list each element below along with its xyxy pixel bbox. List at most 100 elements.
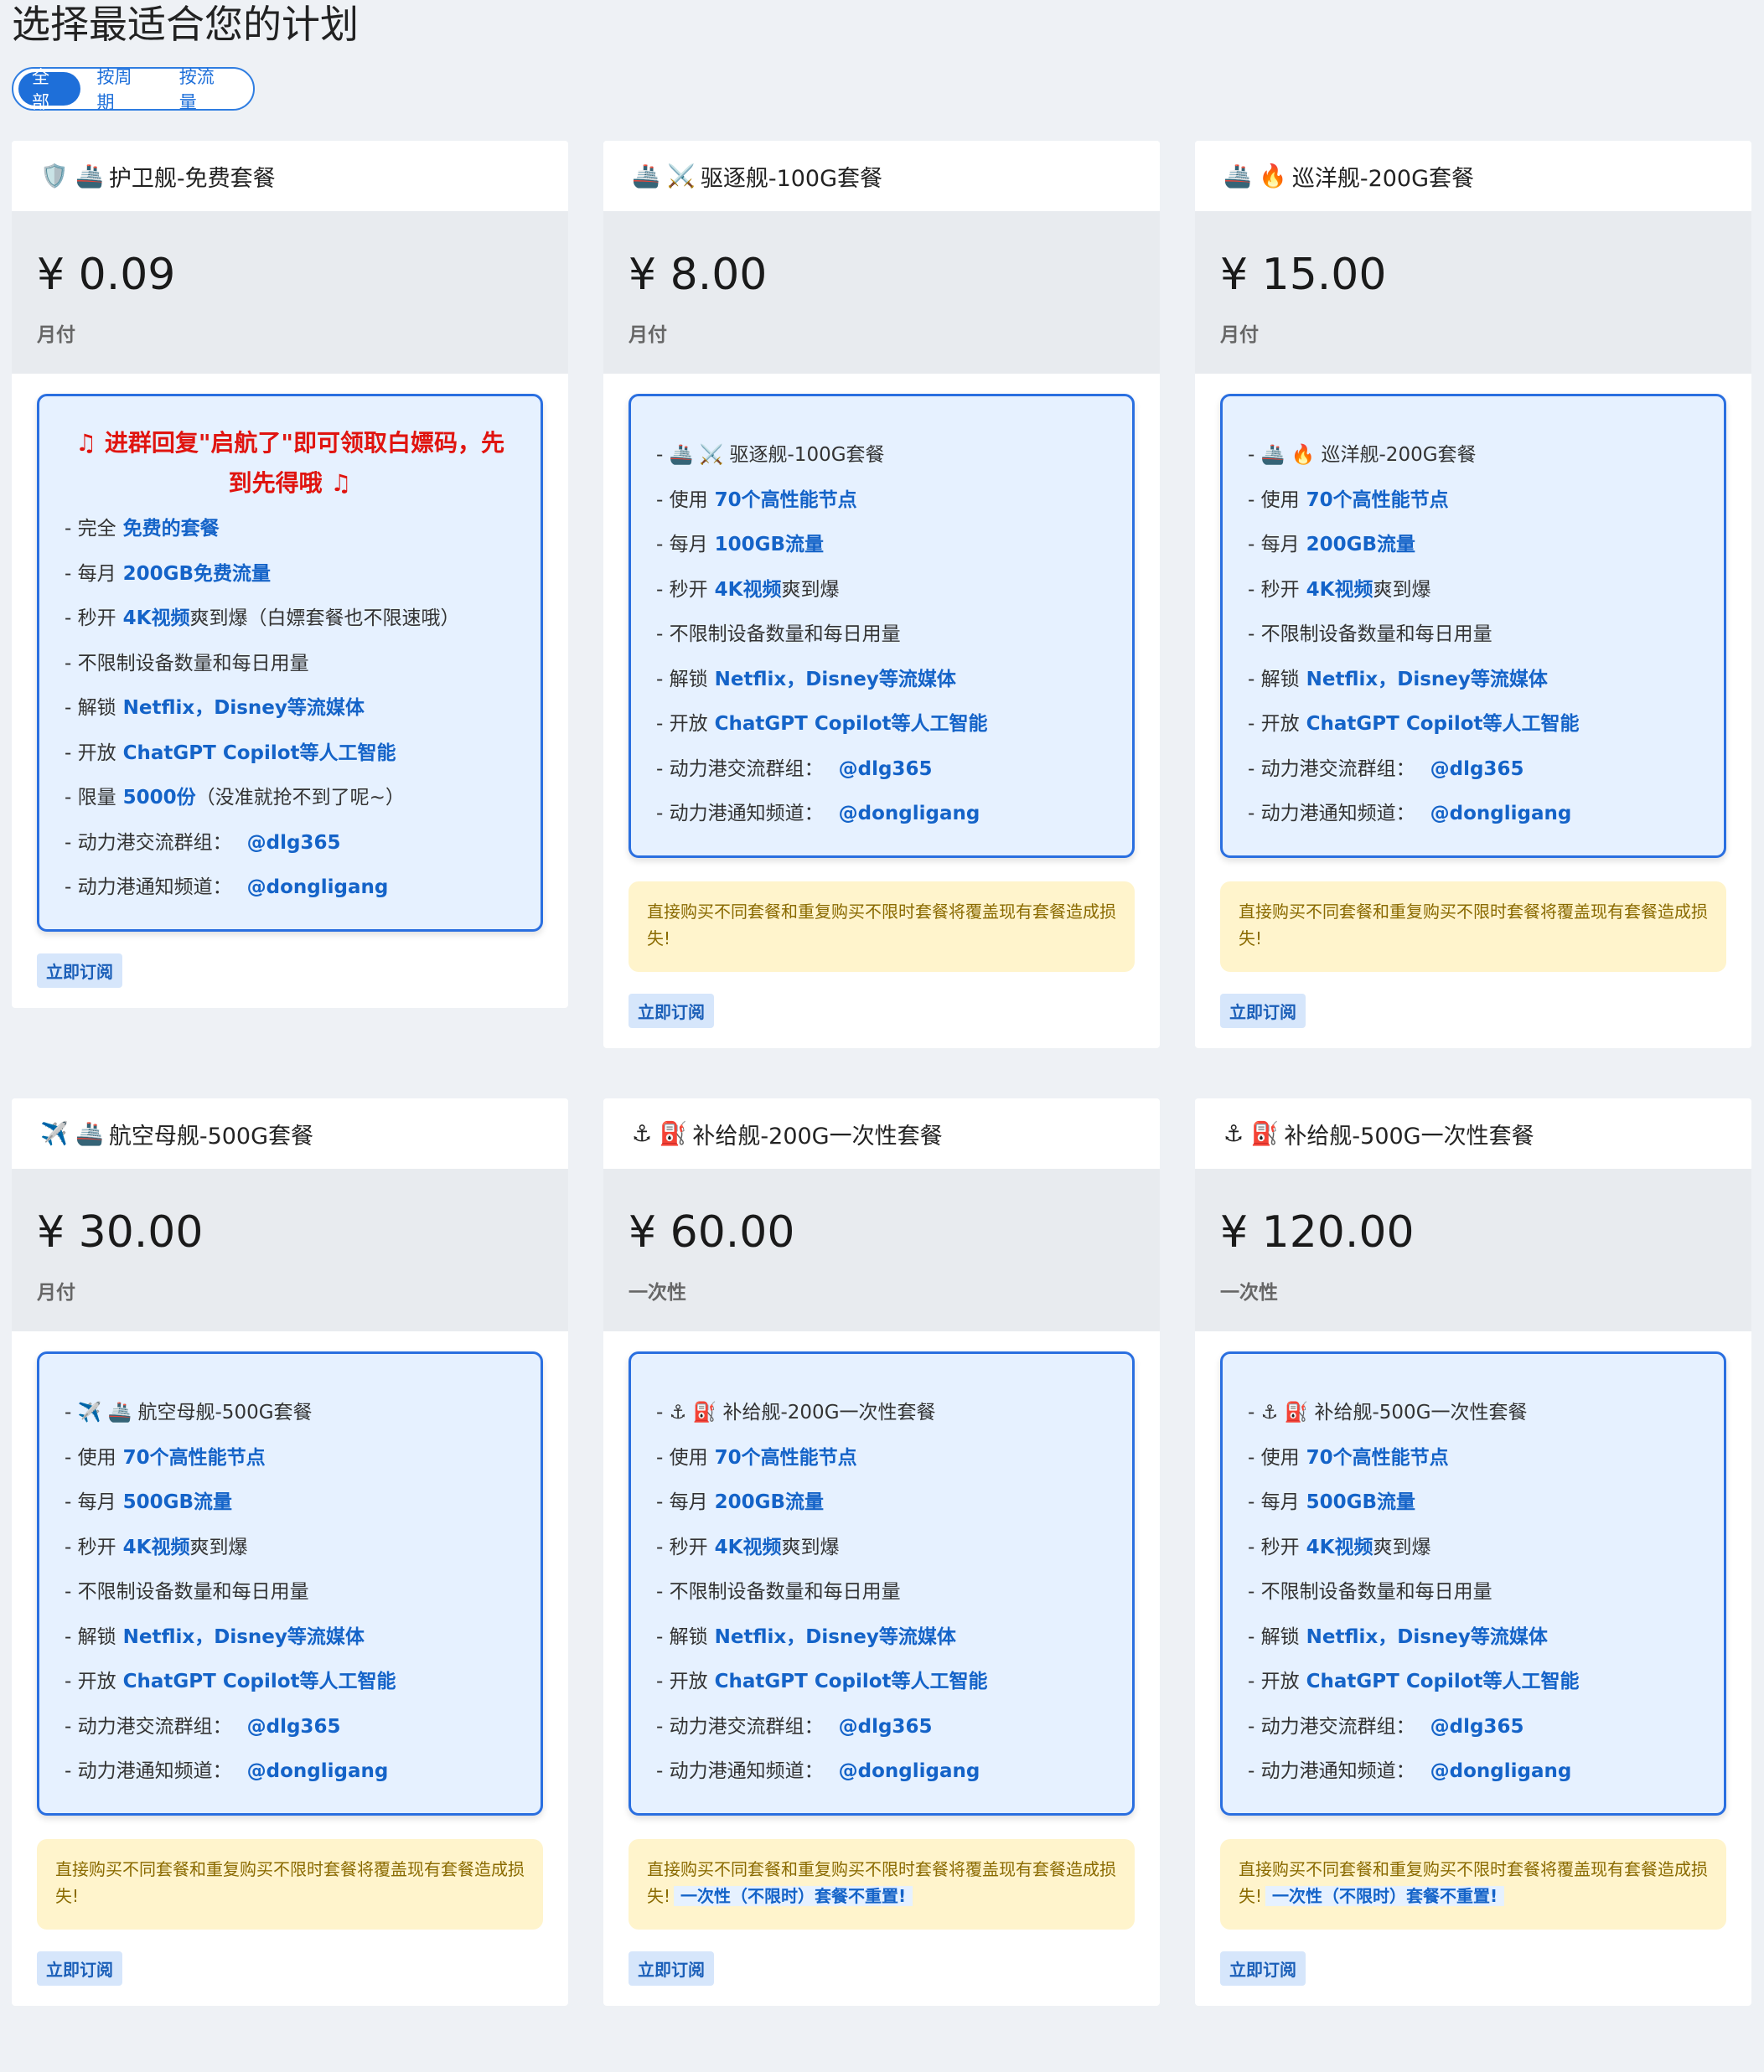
feature-text: - 秒开 (1248, 1536, 1300, 1558)
feature-highlight: @dongligang (838, 803, 980, 824)
feature-line: - 开放 ChatGPT Copilot等人工智能 (656, 1660, 1132, 1705)
feature-line: - 使用 70个高性能节点 (1248, 478, 1724, 524)
promo-text: ♫ 进群回复"启航了"即可领取白嫖码，先到先得哦 ♫ (75, 429, 505, 497)
feature-line: - 不限制设备数量和每日用量 (65, 1570, 541, 1615)
feature-highlight: @dlg365 (246, 831, 341, 854)
feature-text: - 不限制设备数量和每日用量 (1248, 1581, 1492, 1603)
plan-emoji-icon: 🚢 🔥 (1223, 163, 1287, 189)
price-section: ¥ 30.00 月付 (12, 1169, 568, 1331)
feature-text: - 动力港交流群组： (1248, 1715, 1415, 1738)
feature-highlight: 70个高性能节点 (1306, 1446, 1449, 1469)
feature-line: - 开放 ChatGPT Copilot等人工智能 (65, 1660, 541, 1705)
plan-header: 🚢 🔥 巡洋舰-200G套餐 (1195, 141, 1751, 211)
feature-line: - 每月 500GB流量 (65, 1480, 541, 1526)
warning-text: 直接购买不同套餐和重复购买不限时套餐将覆盖现有套餐造成损失! (55, 1858, 525, 1906)
feature-highlight: @dlg365 (246, 1715, 341, 1738)
price-section: ¥ 120.00 一次性 (1195, 1169, 1751, 1331)
feature-line: - 动力港通知频道： @dongligang (1248, 1749, 1724, 1795)
feature-text: - 秒开 (656, 578, 708, 601)
filter-all-button[interactable]: 全部 (18, 67, 80, 112)
feature-highlight: 500GB流量 (1306, 1491, 1416, 1513)
price-section: ¥ 8.00 月付 (603, 211, 1160, 374)
plan-price: ¥ 30.00 (37, 1207, 204, 1258)
feature-text: - 每月 (656, 534, 708, 555)
feature-text: - 动力港交流群组： (65, 831, 232, 854)
feature-text: - 使用 (656, 488, 708, 511)
filter-period-button[interactable]: 按周期 (84, 67, 163, 112)
plan-emoji-icon: ✈️ 🚢 (40, 1121, 104, 1147)
feature-highlight: 100GB流量 (714, 534, 825, 555)
feature-text: - ⚓ ⛽ 补给舰-500G一次性套餐 (1248, 1402, 1528, 1424)
subscribe-button[interactable]: 立即订阅 (629, 993, 714, 1028)
subscribe-button[interactable]: 立即订阅 (37, 1951, 122, 1986)
feature-suffix: 爽到爆 (1373, 1536, 1431, 1558)
warning-highlight: 一次性（不限时）套餐不重置! (1265, 1885, 1505, 1906)
warning-note: 直接购买不同套餐和重复购买不限时套餐将覆盖现有套餐造成损失! (37, 1838, 543, 1930)
feature-line: - 每月 500GB流量 (1248, 1480, 1724, 1526)
subscribe-button[interactable]: 立即订阅 (629, 1951, 714, 1986)
feature-text: - 动力港通知频道： (65, 876, 232, 898)
price-section: ¥ 15.00 月付 (1195, 211, 1751, 374)
feature-line: - 动力港通知频道： @dongligang (1248, 792, 1724, 837)
feature-highlight: 70个高性能节点 (714, 1446, 857, 1469)
feature-text: - 不限制设备数量和每日用量 (65, 652, 309, 674)
feature-line: - 🚢 ⚔️ 驱逐舰-100G套餐 (656, 433, 1132, 478)
plan-card: ✈️ 🚢 航空母舰-500G套餐 ¥ 30.00 月付 - ✈️ 🚢 航空母舰-500G… (12, 1098, 568, 2006)
feature-highlight: 500GB流量 (122, 1491, 233, 1513)
feature-text: - 解锁 (656, 668, 708, 690)
feature-line: - 解锁 Netflix，Disney等流媒体 (65, 1615, 541, 1661)
feature-text: - ⚓ ⛽ 补给舰-200G一次性套餐 (656, 1402, 936, 1424)
feature-text: - 开放 (65, 741, 116, 764)
plan-period: 月付 (37, 324, 75, 346)
feature-line: - 🚢 🔥 巡洋舰-200G套餐 (1248, 433, 1724, 478)
feature-suffix: 爽到爆 (781, 1536, 840, 1558)
feature-highlight: 4K视频 (122, 607, 190, 629)
feature-text: - 🚢 🔥 巡洋舰-200G套餐 (1248, 444, 1477, 466)
subscribe-button[interactable]: 立即订阅 (1220, 1951, 1306, 1986)
feature-text: - 开放 (656, 1671, 708, 1692)
feature-line: - 动力港交流群组： @dlg365 (65, 821, 541, 866)
feature-text: - 动力港通知频道： (656, 1760, 824, 1782)
subscribe-button[interactable]: 立即订阅 (37, 953, 122, 988)
feature-line: - 解锁 Netflix，Disney等流媒体 (656, 1615, 1132, 1661)
feature-line: - 不限制设备数量和每日用量 (1248, 1570, 1724, 1615)
feature-text: - 动力港交流群组： (1248, 757, 1415, 780)
feature-highlight: @dongligang (246, 1760, 389, 1782)
feature-text: - 秒开 (65, 607, 116, 629)
feature-text: - 动力港通知频道： (1248, 1760, 1415, 1782)
feature-text: - 动力港通知频道： (65, 1760, 232, 1782)
feature-text: - 动力港交流群组： (656, 757, 824, 780)
feature-text: - ✈️ 🚢 航空母舰-500G套餐 (65, 1402, 313, 1424)
filter-traffic-button[interactable]: 按流量 (166, 67, 245, 112)
feature-text: - 完全 (65, 518, 116, 540)
feature-text: - 使用 (1248, 1446, 1300, 1469)
feature-text: - 限量 (65, 787, 116, 809)
feature-highlight: @dlg365 (1430, 1715, 1524, 1738)
warning-note: 直接购买不同套餐和重复购买不限时套餐将覆盖现有套餐造成损失! (1220, 881, 1726, 972)
plan-card: ⚓ ⛽ 补给舰-500G一次性套餐 ¥ 120.00 一次性 - ⚓ ⛽ 补给舰-500… (1195, 1098, 1751, 2006)
feature-highlight: Netflix，Disney等流媒体 (1306, 1625, 1548, 1648)
plan-price: ¥ 60.00 (629, 1207, 795, 1258)
feature-text: - 秒开 (1248, 578, 1300, 601)
feature-line: - 每月 200GB免费流量 (65, 552, 541, 597)
feature-suffix: 爽到爆 (1373, 578, 1431, 601)
plan-period: 一次性 (629, 1282, 686, 1304)
subscribe-button[interactable]: 立即订阅 (1220, 993, 1306, 1028)
plan-description: - 🚢 ⚔️ 驱逐舰-100G套餐 - 使用 70个高性能节点 - 每月 100GB流量… (629, 394, 1135, 858)
feature-line: - 秒开 4K视频爽到爆 (1248, 568, 1724, 613)
feature-text: - 动力港通知频道： (1248, 803, 1415, 824)
feature-line: - 秒开 4K视频爽到爆 (1248, 1526, 1724, 1571)
feature-suffix: 爽到爆 (189, 1536, 248, 1558)
feature-text: - 解锁 (65, 1625, 116, 1648)
feature-text: - 每月 (65, 562, 116, 585)
feature-line: - 使用 70个高性能节点 (1248, 1436, 1724, 1481)
feature-highlight: Netflix，Disney等流媒体 (1306, 668, 1548, 690)
feature-highlight: 5000份 (122, 787, 196, 809)
feature-text: - 解锁 (1248, 668, 1300, 690)
plan-price: ¥ 8.00 (629, 250, 768, 300)
plan-description: - ✈️ 🚢 航空母舰-500G套餐 - 使用 70个高性能节点 - 每月 500GB流… (37, 1351, 543, 1816)
feature-line: - 不限制设备数量和每日用量 (656, 612, 1132, 658)
feature-highlight: 4K视频 (714, 578, 782, 601)
feature-highlight: Netflix，Disney等流媒体 (122, 697, 365, 719)
feature-line: - 解锁 Netflix，Disney等流媒体 (1248, 1615, 1724, 1661)
